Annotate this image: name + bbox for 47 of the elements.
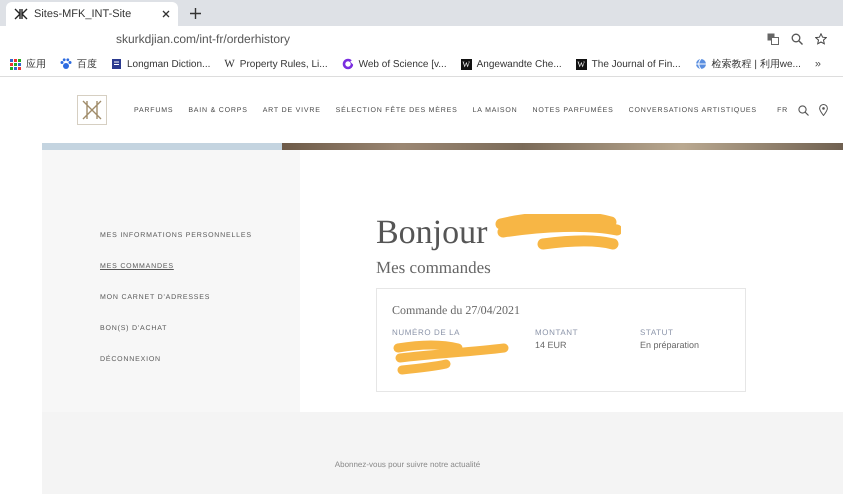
tab-title: Sites-MFK_INT-Site [34,8,132,20]
search-icon[interactable] [798,104,809,116]
bookmark-label: 检索教程 | 利用we... [712,58,801,71]
apps-grid-icon [10,58,21,70]
bookmark[interactable]: W Property Rules, Li... [224,58,328,70]
bookmark[interactable]: 检索教程 | 利用we... [694,57,801,71]
logo-icon [14,8,28,20]
bookmark-label: 应用 [26,58,46,71]
location-pin-icon[interactable] [819,104,828,116]
translate-icon[interactable] [767,33,779,45]
bookmark-label: Angewandte Che... [476,58,562,70]
more-bookmarks[interactable]: » [814,58,822,70]
bookmark[interactable]: Longman Diction... [111,58,210,70]
browser-tab[interactable]: Sites-MFK_INT-Site [6,2,178,26]
zoom-icon[interactable] [791,33,803,45]
book-icon [111,58,122,70]
bookmark-label: Property Rules, Li... [240,58,328,70]
field-label: STATUT [640,328,675,337]
close-icon[interactable] [162,10,170,18]
brand-logo[interactable] [77,95,107,125]
bookmark[interactable]: W The Journal of Fin... [576,58,681,70]
newsletter-text: Abonnez-vous pour suivre notre actualité [334,460,480,471]
field-label: NUMÉRO DE LA [392,328,462,337]
bookmark-label: Longman Diction... [127,58,210,70]
w-icon: W [224,58,235,70]
url-text: skurkdjian.com/int-fr/orderhistory [116,32,292,46]
new-tab-icon[interactable] [190,8,201,18]
field-value: En préparation [640,340,700,350]
bookmark[interactable]: 应用 [10,57,46,71]
bookmark-label: The Journal of Fin... [592,58,681,70]
bookmark[interactable]: W Angewandte Che... [460,58,562,70]
greeting-heading: Bonjour [376,214,488,252]
bookmark[interactable]: Web of Science [v... [342,58,447,70]
order-title: Commande du 27/04/2021 [392,303,521,318]
bookmark-label: 百度 [77,58,97,71]
w-icon: W [576,58,587,70]
address-bar[interactable]: skurkdjian.com/int-fr/orderhistory [110,29,835,49]
paw-icon [60,58,72,70]
field-value: 14 EUR [535,340,568,350]
section-heading: Mes commandes [376,258,492,278]
ring-icon [342,58,354,70]
bookmark[interactable]: 百度 [60,57,97,71]
field-label: MONTANT [535,328,580,337]
star-icon[interactable] [815,33,827,45]
bookmark-label: Web of Science [v... [358,58,447,70]
w-icon: W [460,58,472,70]
globe-icon [694,58,707,70]
